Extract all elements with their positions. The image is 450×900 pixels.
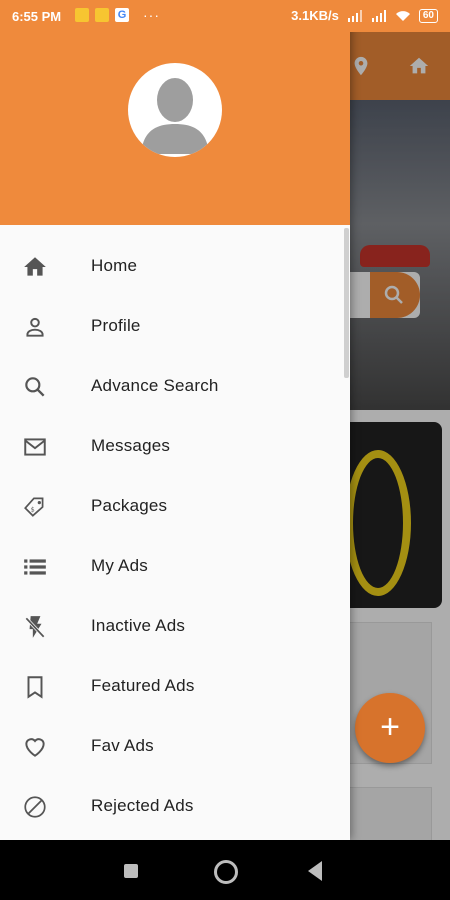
menu-item-label: Home — [91, 256, 138, 275]
menu-item-fav-ads[interactable]: Fav Ads — [0, 716, 350, 776]
menu-item-advance-search[interactable]: Advance Search — [0, 356, 350, 416]
home-button[interactable] — [214, 860, 238, 884]
signal-icon — [371, 9, 386, 22]
menu-item-label: Rejected Ads — [91, 796, 194, 815]
heart-icon — [25, 738, 45, 757]
menu-item-label: My Ads — [91, 556, 148, 575]
signal-icon — [347, 9, 362, 22]
menu-item-label: Featured Ads — [91, 676, 195, 695]
menu-item-my-ads[interactable]: My Ads — [0, 536, 350, 596]
svg-text:$: $ — [31, 505, 35, 513]
menu-item-featured-ads[interactable]: Featured Ads — [0, 656, 350, 716]
google-icon: G — [115, 8, 129, 22]
menu-item-label: Fav Ads — [91, 736, 154, 755]
menu-item-label: Inactive Ads — [91, 616, 186, 635]
add-ad-button[interactable]: + — [355, 693, 425, 763]
person-silhouette-icon — [141, 78, 209, 154]
tag-icon: $ — [24, 497, 44, 517]
search-icon — [25, 377, 45, 397]
more-notifications-icon: ··· — [143, 7, 160, 23]
notification-icons: G ··· — [75, 8, 160, 22]
notification-icon — [95, 8, 109, 22]
home-icon — [24, 257, 46, 276]
mail-icon — [24, 438, 46, 456]
menu-item-rejected-ads[interactable]: Rejected Ads — [0, 776, 350, 836]
notification-icon — [75, 8, 89, 22]
list-icon — [24, 559, 46, 575]
avatar[interactable] — [128, 63, 222, 157]
status-right: 3.1KB/s 60 — [291, 8, 438, 23]
menu-item-profile[interactable]: Profile — [0, 296, 350, 356]
menu-item-packages[interactable]: $ Packages — [0, 476, 350, 536]
menu-item-inactive-ads[interactable]: Inactive Ads — [0, 596, 350, 656]
bookmark-icon — [27, 676, 43, 699]
status-bar: 6:55 PM G ··· 3.1KB/s 60 — [0, 0, 450, 32]
drawer-menu: Home Profile Advance Search Messages $ P… — [0, 236, 350, 836]
person-icon — [26, 317, 44, 337]
menu-item-home[interactable]: Home — [0, 236, 350, 296]
network-speed: 3.1KB/s — [291, 8, 339, 23]
menu-item-label: Messages — [91, 436, 171, 455]
menu-item-label: Packages — [91, 496, 168, 515]
block-icon — [24, 796, 46, 818]
recent-apps-button[interactable] — [124, 864, 138, 878]
wifi-icon — [395, 10, 410, 21]
menu-item-label: Profile — [91, 316, 141, 335]
back-button[interactable] — [308, 861, 322, 881]
menu-item-label: Advance Search — [91, 376, 219, 395]
battery-icon: 60 — [418, 8, 438, 23]
status-time: 6:55 PM — [12, 9, 62, 24]
navigation-drawer: Home Profile Advance Search Messages $ P… — [0, 0, 350, 840]
drawer-header — [0, 0, 350, 225]
flash-off-icon — [25, 616, 45, 638]
menu-item-messages[interactable]: Messages — [0, 416, 350, 476]
